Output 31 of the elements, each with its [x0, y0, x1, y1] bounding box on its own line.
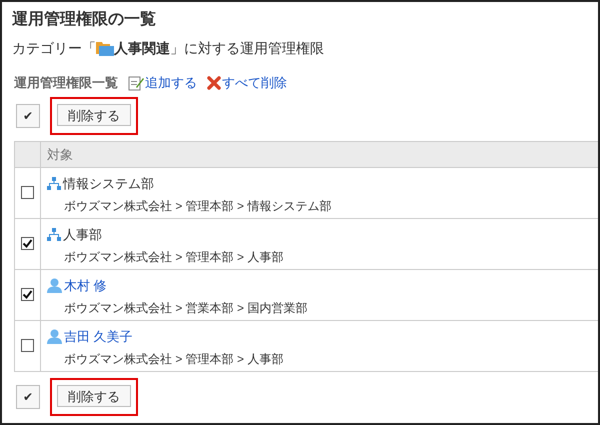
- close-icon: [207, 76, 221, 90]
- user-link[interactable]: 木村 修: [64, 276, 107, 295]
- row-checkbox[interactable]: [21, 186, 34, 199]
- column-header: 対象: [46, 146, 73, 164]
- delete-button[interactable]: 削除する: [57, 104, 131, 126]
- delete-button[interactable]: 削除する: [57, 385, 131, 408]
- row-checkbox[interactable]: [21, 339, 34, 352]
- select-all-button[interactable]: ✔: [16, 104, 40, 128]
- action-link[interactable]: 追加する: [145, 73, 197, 92]
- user-icon: [47, 328, 62, 344]
- select-all-button[interactable]: ✔: [16, 384, 40, 408]
- org-path: ボウズマン株式会社 > 管理本部 > 人事部: [64, 351, 284, 368]
- page-title: 運用管理権限の一覧: [12, 10, 157, 30]
- action-link[interactable]: すべて削除: [222, 73, 287, 92]
- section-label: 運用管理権限一覧: [14, 74, 118, 92]
- org-chart-icon: [47, 228, 61, 241]
- edit-note-icon: [128, 74, 144, 91]
- subtitle-text: 」に対する運用管理権限: [170, 39, 324, 58]
- org-chart-icon: [47, 176, 61, 190]
- user-icon: [47, 278, 62, 293]
- category-name: 人事関連: [114, 39, 170, 58]
- subtitle-text: カテゴリー「: [12, 39, 96, 58]
- org-path: ボウズマン株式会社 > 管理本部 > 情報システム部: [64, 198, 332, 215]
- row-checkbox[interactable]: [21, 288, 34, 301]
- folder-icon: [96, 41, 114, 56]
- group-name: 情報システム部: [63, 174, 154, 192]
- group-name: 人事部: [63, 226, 102, 244]
- org-path: ボウズマン株式会社 > 管理本部 > 人事部: [64, 249, 284, 266]
- user-link[interactable]: 吉田 久美子: [64, 326, 133, 346]
- row-checkbox[interactable]: [21, 237, 34, 250]
- org-path: ボウズマン株式会社 > 営業本部 > 国内営業部: [64, 300, 308, 317]
